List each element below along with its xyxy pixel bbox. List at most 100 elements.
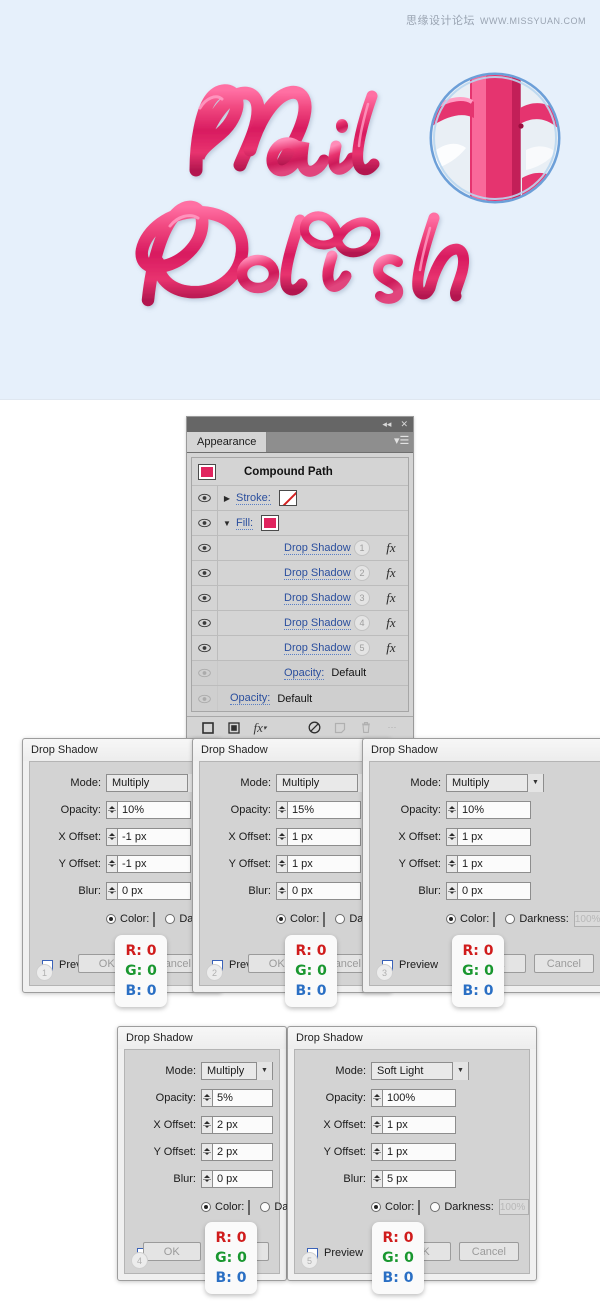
blur-stepper[interactable] xyxy=(276,881,287,900)
fill-color-swatch[interactable] xyxy=(261,515,280,531)
blur-input[interactable]: 0 px xyxy=(212,1169,273,1188)
cancel-button[interactable]: Cancel xyxy=(458,1242,519,1261)
opacity-input[interactable]: 10% xyxy=(117,800,191,819)
drop-shadow-dialog-4[interactable]: Drop Shadow Mode: Multiply ▼ Opacity: 5%… xyxy=(117,1026,324,1281)
appearance-panel[interactable]: ◂◂ ✕ Appearance ▾☰ Compound Path ▶ Strok… xyxy=(186,416,414,739)
opacity-input[interactable]: 100% xyxy=(382,1088,456,1107)
blur-input[interactable]: 0 px xyxy=(457,881,531,900)
appearance-row-effect[interactable]: Drop Shadow 2 fx xyxy=(192,561,408,586)
x-offset-stepper[interactable] xyxy=(371,1115,382,1134)
y-offset-input[interactable]: 2 px xyxy=(212,1142,273,1161)
y-offset-input[interactable]: -1 px xyxy=(117,854,191,873)
visibility-eye-icon[interactable] xyxy=(192,586,218,610)
shadow-color-swatch[interactable] xyxy=(493,911,496,927)
new-fill-icon[interactable] xyxy=(221,721,247,734)
y-offset-stepper[interactable] xyxy=(371,1142,382,1161)
fill-label[interactable]: Fill: xyxy=(236,517,254,530)
x-offset-stepper[interactable] xyxy=(106,827,117,846)
appearance-row-effect[interactable]: Drop Shadow 3 fx xyxy=(192,586,408,611)
fx-icon[interactable]: fx xyxy=(380,640,402,656)
color-radio[interactable] xyxy=(106,914,116,924)
blur-stepper[interactable] xyxy=(371,1169,382,1188)
color-radio[interactable] xyxy=(371,1202,381,1212)
darkness-radio[interactable] xyxy=(505,914,516,924)
opacity-input[interactable]: 5% xyxy=(212,1088,273,1107)
ok-button[interactable]: OK xyxy=(142,1242,201,1261)
opacity-input[interactable]: 10% xyxy=(457,800,531,819)
blur-stepper[interactable] xyxy=(201,1169,212,1188)
darkness-radio[interactable] xyxy=(165,914,176,924)
y-offset-stepper[interactable] xyxy=(446,854,457,873)
x-offset-input[interactable]: 1 px xyxy=(457,827,531,846)
opacity-label[interactable]: Opacity: xyxy=(284,667,325,680)
shadow-color-swatch[interactable] xyxy=(418,1199,421,1215)
visibility-eye-icon[interactable] xyxy=(192,686,218,711)
opacity-stepper[interactable] xyxy=(276,800,287,819)
effect-name-drop-shadow[interactable]: Drop Shadow xyxy=(284,567,351,580)
x-offset-stepper[interactable] xyxy=(446,827,457,846)
y-offset-stepper[interactable] xyxy=(106,854,117,873)
chevron-down-icon[interactable]: ▼ xyxy=(527,773,543,792)
effect-name-drop-shadow[interactable]: Drop Shadow xyxy=(284,542,351,555)
stroke-none-swatch[interactable] xyxy=(278,490,297,506)
opacity-stepper[interactable] xyxy=(371,1088,382,1107)
appearance-row-opacity-inner[interactable]: Opacity: Default xyxy=(192,661,408,686)
x-offset-input[interactable]: 1 px xyxy=(382,1115,456,1134)
shadow-color-swatch[interactable] xyxy=(153,911,156,927)
y-offset-stepper[interactable] xyxy=(201,1142,212,1161)
opacity-label[interactable]: Opacity: xyxy=(230,692,271,705)
appearance-row-effect[interactable]: Drop Shadow 5 fx xyxy=(192,636,408,661)
blur-stepper[interactable] xyxy=(446,881,457,900)
effect-name-drop-shadow[interactable]: Drop Shadow xyxy=(284,642,351,655)
blur-input[interactable]: 5 px xyxy=(382,1169,456,1188)
x-offset-stepper[interactable] xyxy=(201,1115,212,1134)
delete-item-icon[interactable] xyxy=(353,721,379,734)
stroke-label[interactable]: Stroke: xyxy=(236,492,271,505)
x-offset-input[interactable]: 2 px xyxy=(212,1115,273,1134)
x-offset-stepper[interactable] xyxy=(276,827,287,846)
stroke-link-cell[interactable]: Stroke: xyxy=(236,490,297,506)
panel-menu-icon[interactable]: ▾☰ xyxy=(394,436,409,448)
cancel-button[interactable]: Cancel xyxy=(533,954,594,973)
visibility-eye-icon[interactable] xyxy=(192,536,218,560)
visibility-eye-icon[interactable] xyxy=(192,561,218,585)
appearance-row-effect[interactable]: Drop Shadow 1 fx xyxy=(192,536,408,561)
shadow-color-swatch[interactable] xyxy=(323,911,326,927)
add-effect-fx-icon[interactable]: fx ▾ xyxy=(247,720,273,736)
visibility-eye-icon[interactable] xyxy=(192,486,218,510)
fill-link-cell[interactable]: Fill: xyxy=(236,515,280,531)
opacity-stepper[interactable] xyxy=(106,800,117,819)
effect-name-drop-shadow[interactable]: Drop Shadow xyxy=(284,592,351,605)
chevron-down-icon[interactable]: ▼ xyxy=(452,1061,468,1080)
y-offset-input[interactable]: 1 px xyxy=(382,1142,456,1161)
opacity-stepper[interactable] xyxy=(446,800,457,819)
blur-input[interactable]: 0 px xyxy=(117,881,191,900)
mode-select[interactable]: Multiply ▼ xyxy=(106,773,204,792)
close-icon[interactable]: ✕ xyxy=(400,420,408,429)
y-offset-input[interactable]: 1 px xyxy=(457,854,531,873)
visibility-eye-icon[interactable] xyxy=(192,661,218,685)
opacity-stepper[interactable] xyxy=(201,1088,212,1107)
resize-grip-icon[interactable]: ⋯ xyxy=(379,722,405,733)
darkness-radio[interactable] xyxy=(260,1202,271,1212)
collapse-arrow-icon[interactable]: ▼ xyxy=(218,519,236,528)
color-radio[interactable] xyxy=(276,914,286,924)
mode-select[interactable]: Soft Light ▼ xyxy=(371,1061,469,1080)
x-offset-input[interactable]: -1 px xyxy=(117,827,191,846)
new-stroke-icon[interactable] xyxy=(195,721,221,734)
color-radio[interactable] xyxy=(446,914,456,924)
expand-arrow-icon[interactable]: ▶ xyxy=(218,494,236,503)
tab-appearance[interactable]: Appearance xyxy=(187,432,268,452)
mode-select[interactable]: Multiply ▼ xyxy=(276,773,374,792)
blur-stepper[interactable] xyxy=(106,881,117,900)
collapse-double-arrow-icon[interactable]: ◂◂ xyxy=(382,420,391,429)
fx-icon[interactable]: fx xyxy=(380,590,402,606)
opacity-input[interactable]: 15% xyxy=(287,800,361,819)
appearance-row-opacity-outer[interactable]: Opacity: Default xyxy=(192,686,408,711)
chevron-down-icon[interactable]: ▼ xyxy=(256,1061,272,1080)
darkness-radio[interactable] xyxy=(335,914,346,924)
appearance-row-fill[interactable]: ▼ Fill: xyxy=(192,511,408,536)
visibility-eye-icon[interactable] xyxy=(192,611,218,635)
effect-name-drop-shadow[interactable]: Drop Shadow xyxy=(284,617,351,630)
clear-appearance-icon[interactable] xyxy=(301,721,327,734)
